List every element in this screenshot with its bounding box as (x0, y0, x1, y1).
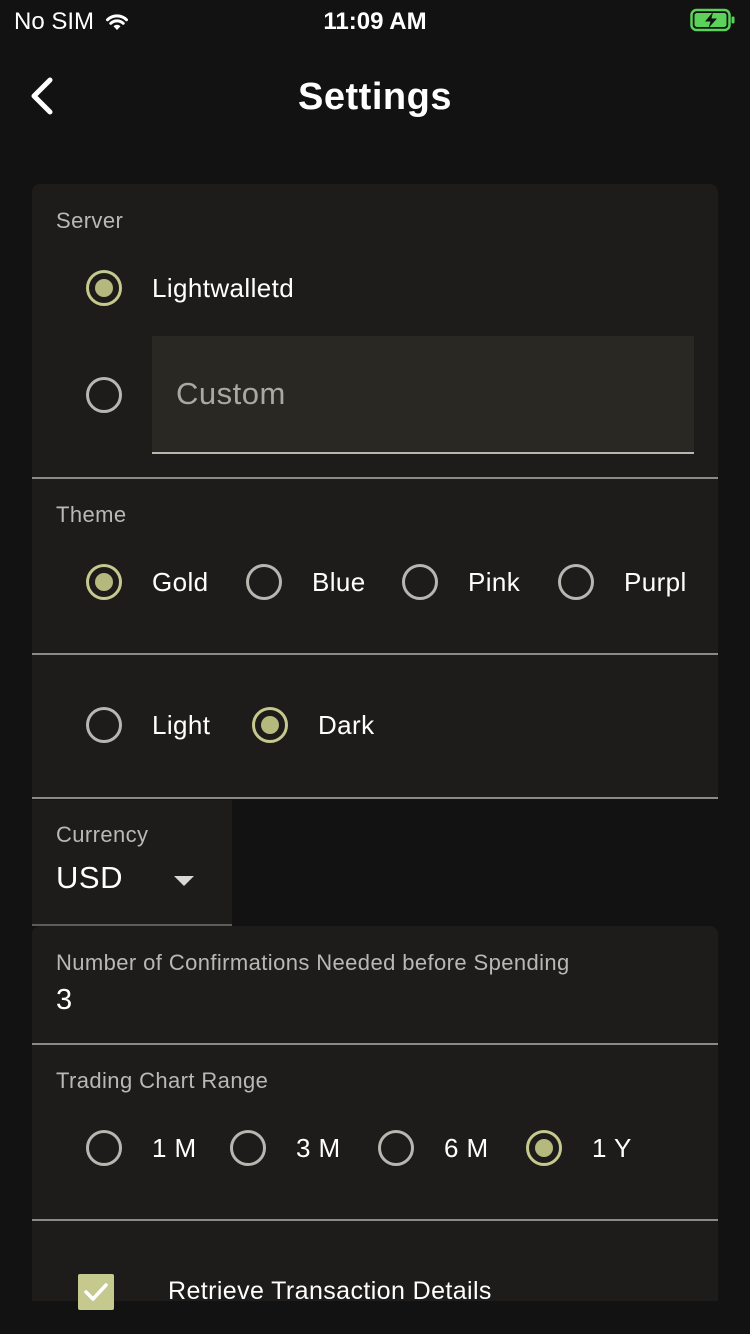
status-bar: No SIM 11:09 AM (0, 0, 750, 40)
custom-server-input[interactable]: Custom (152, 336, 694, 454)
theme-option-label: Purpl (624, 567, 687, 597)
mode-radio-light[interactable] (86, 707, 122, 743)
range-option-label: 1 M (152, 1133, 197, 1163)
page-title: Settings (298, 76, 452, 118)
theme-radio-purple[interactable] (558, 564, 594, 600)
status-time: 11:09 AM (323, 8, 427, 35)
range-option-label: 6 M (444, 1133, 489, 1163)
theme-option-label: Gold (152, 567, 209, 597)
currency-value: USD (56, 860, 123, 895)
theme-label: Theme (56, 502, 127, 527)
divider (32, 797, 718, 799)
confirmations-value[interactable]: 3 (56, 984, 73, 1017)
chart-range-section: Trading Chart Range 1 M 3 M 6 M 1 Y (32, 1045, 718, 1220)
mode-section: Light Dark (32, 655, 718, 798)
theme-radio-pink[interactable] (402, 564, 438, 600)
range-radio-3m[interactable] (230, 1130, 266, 1166)
chart-range-label: Trading Chart Range (56, 1068, 269, 1093)
theme-radio-gold[interactable] (86, 564, 122, 600)
currency-select[interactable]: Currency USD (32, 800, 232, 926)
server-option-label: Lightwalletd (152, 273, 295, 303)
server-radio-lightwalletd[interactable] (86, 270, 122, 306)
theme-option-label: Pink (468, 567, 521, 597)
retrieve-details-label[interactable]: Retrieve Transaction Details (168, 1277, 492, 1306)
confirmations-label: Number of Confirmations Needed before Sp… (56, 950, 570, 975)
mode-option-label: Light (152, 710, 211, 740)
range-option-label: 3 M (296, 1133, 341, 1163)
server-section: Server Lightwalletd Custom (32, 184, 718, 478)
dropdown-arrow-icon (174, 876, 194, 886)
confirmations-section[interactable]: Number of Confirmations Needed before Sp… (32, 926, 718, 1044)
custom-server-placeholder: Custom (176, 376, 286, 411)
nav-header: Settings (0, 60, 750, 136)
range-radio-1m[interactable] (86, 1130, 122, 1166)
currency-label: Currency (56, 822, 149, 847)
retrieve-details-checkbox[interactable] (78, 1274, 114, 1310)
battery-charging-icon (690, 8, 735, 32)
checkmark-icon (84, 1283, 108, 1301)
mode-option-label: Dark (318, 710, 375, 740)
theme-option-label: Blue (312, 567, 366, 597)
range-radio-6m[interactable] (378, 1130, 414, 1166)
server-radio-custom[interactable] (86, 377, 122, 413)
retrieve-details-section: Retrieve Transaction Details (32, 1221, 718, 1310)
theme-radio-blue[interactable] (246, 564, 282, 600)
range-option-label: 1 Y (592, 1133, 632, 1163)
server-label: Server (56, 208, 124, 233)
range-radio-1y[interactable] (526, 1130, 562, 1166)
theme-section: Theme Gold Blue Pink Purpl (32, 479, 718, 654)
mode-radio-dark[interactable] (252, 707, 288, 743)
